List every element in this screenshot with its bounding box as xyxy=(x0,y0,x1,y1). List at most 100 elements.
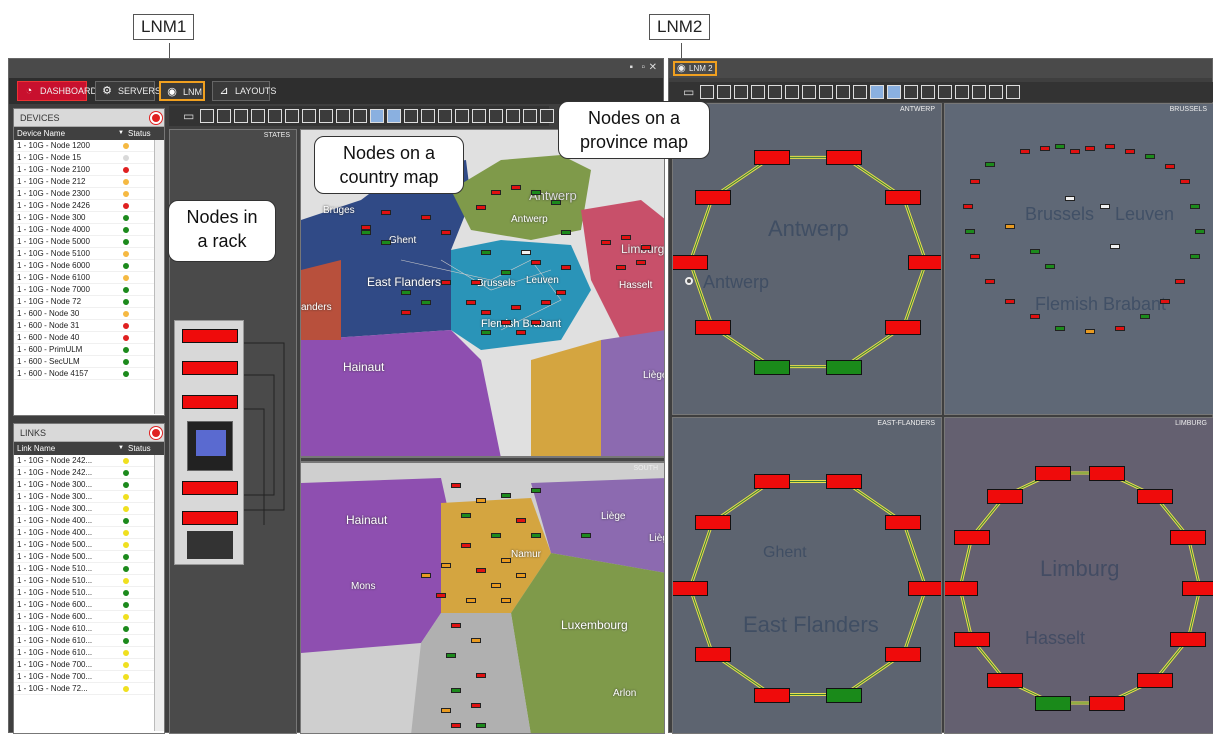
table-row[interactable]: 1 - 10G - Node 400... xyxy=(14,515,154,527)
table-row[interactable]: 1 - 10G - Node 7000 xyxy=(14,284,154,296)
ring-node[interactable] xyxy=(1170,632,1207,648)
ring-node[interactable] xyxy=(753,474,790,490)
layout-icon[interactable] xyxy=(353,109,367,123)
network-node[interactable] xyxy=(461,513,471,518)
ring-node[interactable] xyxy=(885,319,922,335)
network-node[interactable] xyxy=(436,593,446,598)
network-node[interactable] xyxy=(1065,196,1075,201)
network-node[interactable] xyxy=(1195,229,1205,234)
layout-icon[interactable] xyxy=(472,109,486,123)
record-icon[interactable] xyxy=(150,112,162,124)
table-row[interactable]: 1 - 10G - Node 4000 xyxy=(14,224,154,236)
ring-node[interactable] xyxy=(908,581,941,596)
table-row[interactable]: 1 - 10G - Node 6100 xyxy=(14,272,154,284)
table-row[interactable]: 1 - 10G - Node 610... xyxy=(14,647,154,659)
layout-icon[interactable] xyxy=(251,109,265,123)
layout-icon[interactable] xyxy=(785,85,799,99)
layout-icon[interactable] xyxy=(217,109,231,123)
rack-node[interactable] xyxy=(182,481,238,495)
ring-node[interactable] xyxy=(753,359,790,375)
network-node[interactable] xyxy=(481,310,491,315)
network-node[interactable] xyxy=(1005,224,1015,229)
ring-node[interactable] xyxy=(1088,465,1125,481)
layout-icon[interactable] xyxy=(938,85,952,99)
layout-icon[interactable] xyxy=(523,109,537,123)
table-row[interactable]: 1 - 10G - Node 15 xyxy=(14,152,154,164)
ring-node[interactable] xyxy=(673,581,708,596)
network-node[interactable] xyxy=(516,518,526,523)
network-node[interactable] xyxy=(361,230,371,235)
table-row[interactable]: 1 - 10G - Node 2300 xyxy=(14,188,154,200)
network-node[interactable] xyxy=(985,162,995,167)
ring-node[interactable] xyxy=(1035,465,1072,481)
table-row[interactable]: 1 - 10G - Node 610... xyxy=(14,635,154,647)
table-row[interactable]: 1 - 10G - Node 500... xyxy=(14,551,154,563)
ring-node[interactable] xyxy=(885,646,922,662)
network-node[interactable] xyxy=(476,673,486,678)
network-node[interactable] xyxy=(511,305,521,310)
network-node[interactable] xyxy=(511,185,521,190)
rack-node[interactable] xyxy=(182,329,238,343)
network-node[interactable] xyxy=(1030,314,1040,319)
table-row[interactable]: 1 - 10G - Node 300... xyxy=(14,491,154,503)
table-row[interactable]: 1 - 10G - Node 5100 xyxy=(14,248,154,260)
network-node[interactable] xyxy=(541,300,551,305)
table-row[interactable]: 1 - 10G - Node 510... xyxy=(14,575,154,587)
layout-icon[interactable] xyxy=(870,85,884,99)
layout-icon[interactable] xyxy=(802,85,816,99)
ring-node[interactable] xyxy=(673,255,708,270)
layout-icon[interactable] xyxy=(955,85,969,99)
network-node[interactable] xyxy=(501,493,511,498)
rack-node[interactable] xyxy=(182,395,238,409)
layout-icon[interactable] xyxy=(819,85,833,99)
table-row[interactable]: 1 - 10G - Node 2100 xyxy=(14,164,154,176)
table-row[interactable]: 1 - 10G - Node 300... xyxy=(14,479,154,491)
network-node[interactable] xyxy=(441,280,451,285)
tab-servers[interactable]: ⚙ SERVERS xyxy=(95,81,161,101)
tab-lnm1[interactable]: ◉ LNM 1 xyxy=(159,81,205,115)
network-node[interactable] xyxy=(466,300,476,305)
record-icon[interactable] xyxy=(150,427,162,439)
network-node[interactable] xyxy=(970,179,980,184)
tab-layouts[interactable]: ⊿ LAYOUTS xyxy=(212,81,276,101)
tab-lnm2[interactable]: ◉ LNM 2 xyxy=(673,61,717,76)
ring-node[interactable] xyxy=(694,190,731,206)
table-row[interactable]: 1 - 10G - Node 700... xyxy=(14,671,154,683)
table-row[interactable]: 1 - 10G - Node 500... xyxy=(14,539,154,551)
network-node[interactable] xyxy=(521,250,531,255)
table-row[interactable]: 1 - 10G - Node 600... xyxy=(14,611,154,623)
network-node[interactable] xyxy=(1190,204,1200,209)
ring-node[interactable] xyxy=(1182,581,1213,596)
table-row[interactable]: 1 - 10G - Node 610... xyxy=(14,623,154,635)
network-node[interactable] xyxy=(1055,144,1065,149)
layout-icon[interactable] xyxy=(455,109,469,123)
table-row[interactable]: 1 - 10G - Node 510... xyxy=(14,563,154,575)
minimize-icon[interactable]: ▪ xyxy=(629,62,633,73)
network-node[interactable] xyxy=(1160,299,1170,304)
ring-node[interactable] xyxy=(826,150,863,166)
table-row[interactable]: 1 - 10G - Node 242... xyxy=(14,467,154,479)
network-node[interactable] xyxy=(401,310,411,315)
network-node[interactable] xyxy=(476,723,486,728)
ring-node[interactable] xyxy=(753,687,790,703)
network-node[interactable] xyxy=(531,488,541,493)
ring-node[interactable] xyxy=(826,687,863,703)
ring-node[interactable] xyxy=(1170,529,1207,545)
network-node[interactable] xyxy=(441,230,451,235)
network-node[interactable] xyxy=(481,250,491,255)
network-node[interactable] xyxy=(501,270,511,275)
layout-icon[interactable] xyxy=(489,109,503,123)
network-node[interactable] xyxy=(641,245,651,250)
network-node[interactable] xyxy=(481,330,491,335)
network-node[interactable] xyxy=(531,190,541,195)
ring-node[interactable] xyxy=(694,319,731,335)
table-row[interactable]: 1 - 10G - Node 242... xyxy=(14,455,154,467)
ring-node[interactable] xyxy=(1035,696,1072,712)
ring-node[interactable] xyxy=(953,632,990,648)
network-node[interactable] xyxy=(1070,149,1080,154)
network-node[interactable] xyxy=(556,290,566,295)
ring-node[interactable] xyxy=(826,359,863,375)
network-node[interactable] xyxy=(476,568,486,573)
network-node[interactable] xyxy=(491,190,501,195)
table-row[interactable]: 1 - 10G - Node 400... xyxy=(14,527,154,539)
